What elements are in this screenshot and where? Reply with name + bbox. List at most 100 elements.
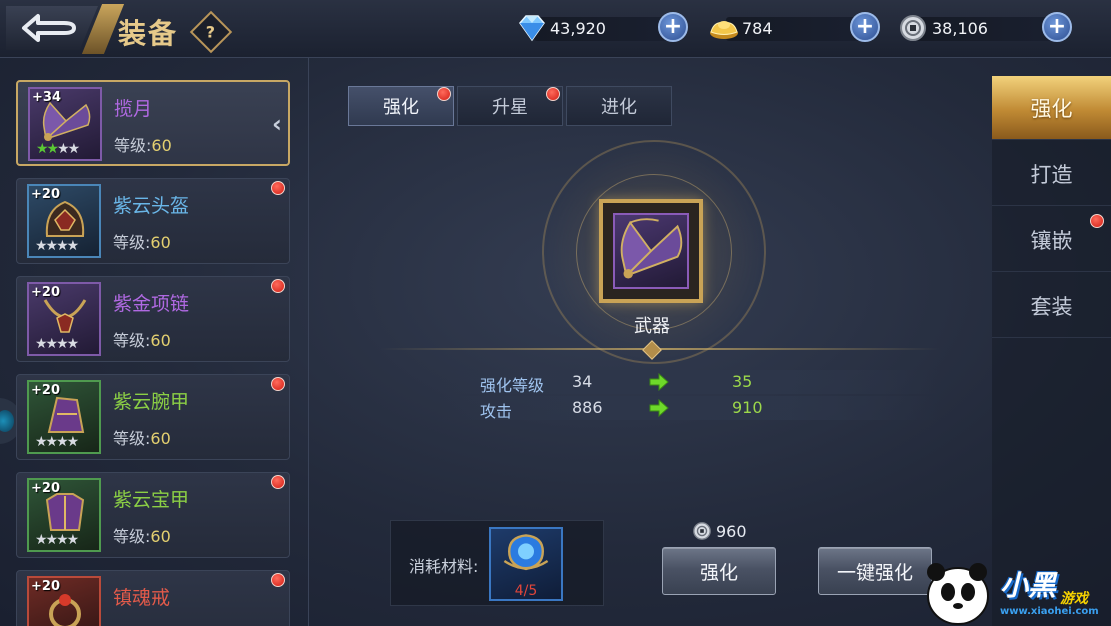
tab-enhance[interactable]: 强化: [348, 86, 454, 126]
tab-label: 升星: [492, 97, 528, 118]
bracer-icon: [47, 396, 85, 433]
page-title: 装备: [118, 17, 179, 50]
equipment-item-ring[interactable]: +20 镇魂戒: [16, 570, 290, 626]
tab-evolve[interactable]: 进化: [566, 86, 672, 126]
top-bar: 装备 ? 43,920 + 784 + 38,106 +: [0, 0, 1111, 58]
material-panel: 消耗材料: 4/5: [390, 520, 604, 606]
equipment-item-bracer[interactable]: +20 ★★★★ 紫云腕甲 等级:60: [16, 374, 290, 460]
arrow-right-icon: [649, 373, 669, 391]
sub-tabs: 强化 升星 进化: [348, 86, 675, 126]
fan-weapon-icon: [620, 218, 683, 279]
gold-amount: 784: [742, 18, 773, 38]
nav-label: 镶嵌: [1030, 228, 1073, 253]
diamond-amount: 43,920: [550, 18, 606, 38]
equipment-list: +34 ★★★★ 揽月 等级:60 +20 ★★★★ 紫云头盔 等级:60 +2…: [16, 78, 290, 626]
question-icon: ?: [206, 22, 216, 42]
cost-amount: 960: [716, 521, 747, 541]
equipment-item-necklace[interactable]: +20 ★★★★ 紫金项链 等级:60: [16, 276, 290, 362]
add-silver-button[interactable]: +: [1042, 12, 1072, 42]
equipment-level: 等级:60: [113, 527, 171, 546]
equipment-thumbnail: +20: [27, 576, 101, 626]
notification-dot: [271, 475, 285, 489]
notification-dot: [437, 87, 451, 101]
equipment-name: 揽月: [114, 98, 153, 120]
silver-coin-icon: [900, 15, 926, 41]
equipment-name: 紫金项链: [113, 293, 190, 315]
collapse-list-arrow-icon[interactable]: ‹: [272, 110, 282, 138]
equipment-level: 等级:60: [113, 429, 171, 448]
notification-dot: [271, 573, 285, 587]
panel-divider: [308, 58, 309, 626]
gold-currency: 784: [708, 13, 874, 43]
nav-label: 套装: [1030, 294, 1073, 319]
item-slot-label: 武器: [634, 316, 670, 337]
notification-dot: [271, 181, 285, 195]
tab-label: 进化: [601, 97, 637, 118]
nav-forge[interactable]: 打造: [992, 142, 1111, 206]
necklace-icon: [43, 299, 87, 333]
watermark-text: 小黑: [1000, 569, 1057, 602]
selected-item-thumbnail: [613, 213, 689, 289]
star-rating: ★★★★: [35, 532, 79, 548]
watermark-url: www.xiaohei.com: [1000, 606, 1099, 617]
silver-amount: 38,106: [932, 18, 988, 38]
equipment-level: 等级:60: [113, 233, 171, 252]
gold-ingot-icon: [710, 21, 738, 39]
ring-icon: [49, 594, 81, 626]
stat-current-value: 886: [572, 398, 603, 417]
diamond-currency: 43,920: [516, 13, 682, 43]
armor-icon: [45, 493, 85, 531]
equipment-level: 等级:60: [114, 136, 172, 155]
nav-label: 强化: [1030, 96, 1073, 121]
enhance-button[interactable]: 强化: [662, 547, 776, 595]
back-arrow-icon: [22, 14, 76, 42]
stat-row-attack: 攻击 886 910: [440, 396, 940, 421]
notification-dot: [1090, 214, 1104, 228]
game-screen: 装备 ? 43,920 + 784 + 38,106 + +34 ★★★★ 揽月…: [0, 0, 1111, 626]
equipment-thumbnail: +20 ★★★★: [27, 380, 101, 454]
star-rating: ★★★★: [35, 238, 79, 254]
stat-current-value: 34: [572, 372, 593, 391]
equipment-item-helmet[interactable]: +20 ★★★★ 紫云头盔 等级:60: [16, 178, 290, 264]
stat-row-enhance-level: 强化等级 34 35: [440, 370, 940, 395]
star-rating: ★★★★: [35, 336, 79, 352]
equipment-level: 等级:60: [113, 331, 171, 350]
arrow-right-icon: [649, 399, 669, 417]
equipment-name: 紫云宝甲: [113, 489, 190, 511]
watermark-sub: 游戏: [1060, 591, 1088, 607]
add-diamond-button[interactable]: +: [658, 12, 688, 42]
notification-dot: [271, 279, 285, 293]
material-slot[interactable]: 4/5: [489, 527, 563, 601]
back-button[interactable]: [6, 6, 98, 50]
enhance-cost: 960: [692, 521, 747, 541]
equipment-item-armor[interactable]: +20 ★★★★ 紫云宝甲 等级:60: [16, 472, 290, 558]
stat-label: 强化等级: [480, 376, 545, 395]
help-button[interactable]: ?: [189, 10, 233, 54]
equipment-thumbnail: +20 ★★★★: [27, 282, 101, 356]
fan-weapon-icon: [42, 101, 91, 141]
tab-star-up[interactable]: 升星: [457, 86, 563, 126]
nav-enhance[interactable]: 强化: [992, 76, 1111, 140]
material-label: 消耗材料:: [409, 557, 479, 576]
stat-label: 攻击: [480, 402, 513, 421]
right-nav: 强化 打造 镶嵌 套装: [992, 76, 1111, 626]
silver-coin-icon: [693, 522, 711, 540]
stat-next-value: 35: [732, 372, 753, 391]
star-rating: ★★★★: [35, 434, 79, 450]
equipment-name: 紫云腕甲: [113, 391, 190, 413]
nav-set[interactable]: 套装: [992, 274, 1111, 338]
material-count: 4/5: [514, 583, 538, 599]
nav-inlay[interactable]: 镶嵌: [992, 208, 1111, 272]
equipment-name: 紫云头盔: [113, 195, 190, 217]
selected-item-slot[interactable]: [599, 199, 703, 303]
tab-label: 强化: [383, 97, 419, 118]
equipment-name: 镇魂戒: [113, 587, 171, 609]
notification-dot: [271, 377, 285, 391]
enhance-stone-icon: [503, 534, 549, 571]
silver-currency: 38,106: [898, 13, 1066, 43]
equipment-thumbnail: +20 ★★★★: [27, 184, 101, 258]
add-gold-button[interactable]: +: [850, 12, 880, 42]
nav-label: 打造: [1030, 162, 1073, 187]
equipment-item-weapon[interactable]: +34 ★★★★ 揽月 等级:60: [16, 80, 290, 166]
one-key-enhance-button[interactable]: 一键强化: [818, 547, 932, 595]
